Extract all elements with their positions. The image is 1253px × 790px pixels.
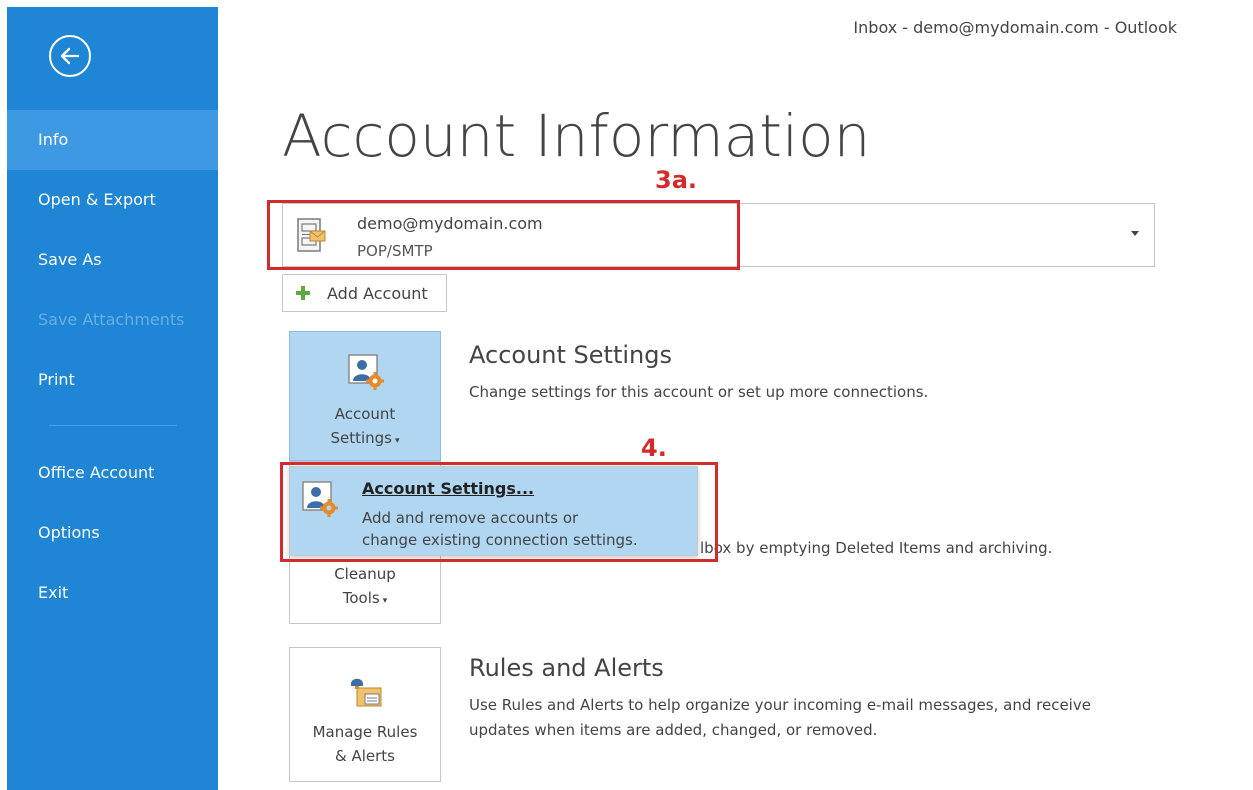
sidebar-item-label: Info [38, 130, 69, 149]
account-type: POP/SMTP [357, 242, 433, 260]
sidebar-item-label: Save Attachments [38, 310, 185, 329]
cleanup-tools-description: lbox by emptying Deleted Items and archi… [700, 539, 1053, 557]
sidebar-item-office-account[interactable]: Office Account [7, 443, 218, 503]
plus-icon [295, 285, 311, 301]
sidebar-item-exit[interactable]: Exit [7, 563, 218, 623]
menu-item-account-settings[interactable]: Account Settings... Add and remove accou… [290, 467, 697, 555]
menu-item-description: Add and remove accounts or change existi… [362, 507, 682, 551]
rules-description-line-1: Use Rules and Alerts to help organize yo… [469, 696, 1091, 714]
account-settings-heading: Account Settings [469, 341, 672, 369]
sidebar-item-save-attachments: Save Attachments [7, 290, 218, 350]
annotation-step-3a: 3a. [655, 166, 698, 194]
menu-item-title: Account Settings... [362, 479, 535, 498]
page-title: Account Information [282, 102, 871, 170]
account-settings-icon [348, 354, 384, 390]
window-title: Inbox - demo@mydomain.com - Outlook [853, 18, 1177, 37]
rules-alerts-icon [348, 672, 384, 708]
sidebar-item-label: Print [38, 370, 75, 389]
rules-description-line-2: updates when items are added, changed, o… [469, 721, 878, 739]
sidebar-item-label: Save As [38, 250, 102, 269]
rules-alerts-heading: Rules and Alerts [469, 654, 664, 682]
manage-rules-alerts-tile-button[interactable]: Manage Rules & Alerts [289, 647, 441, 782]
account-settings-dropdown-menu: Account Settings... Add and remove accou… [289, 466, 698, 556]
manage-rules-tile-label: Manage Rules & Alerts [290, 720, 440, 768]
back-arrow-icon [60, 47, 80, 65]
add-account-label: Add Account [327, 284, 428, 303]
sidebar-item-save-as[interactable]: Save As [7, 230, 218, 290]
account-settings-tile-button[interactable]: Account Settings ▾ [289, 331, 441, 461]
sidebar-item-info[interactable]: Info [7, 110, 218, 170]
cleanup-tools-tile-label: Cleanup Tools ▾ [290, 562, 440, 613]
annotation-step-4: 4. [641, 434, 667, 462]
chevron-down-icon: ▾ [395, 436, 400, 446]
chevron-down-icon: ▾ [382, 596, 388, 606]
account-email: demo@mydomain.com [357, 214, 543, 233]
sidebar-item-label: Office Account [38, 463, 155, 482]
sidebar-item-options[interactable]: Options [7, 503, 218, 563]
sidebar-item-open-export[interactable]: Open & Export [7, 170, 218, 230]
menu-description-line-2: change existing connection settings. [362, 531, 638, 549]
tile-label-text: Settings [330, 429, 392, 447]
sidebar-item-print[interactable]: Print [7, 350, 218, 410]
sidebar-item-label: Open & Export [38, 190, 156, 209]
tile-label-line-1: Cleanup [334, 565, 396, 583]
backstage-sidebar: Info Open & Export Save As Save Attachme… [7, 7, 218, 790]
account-selector-dropdown[interactable]: demo@mydomain.com POP/SMTP [282, 203, 1155, 267]
tile-label-line-2: Settings ▾ [290, 426, 440, 453]
add-account-button[interactable]: Add Account [282, 274, 447, 312]
tile-label-line-1: Account [334, 405, 396, 423]
menu-description-line-1: Add and remove accounts or [362, 509, 579, 527]
email-account-icon [297, 218, 326, 254]
account-settings-icon [302, 481, 338, 517]
tile-label-line-2: & Alerts [335, 747, 395, 765]
tile-label-line-2: Tools ▾ [290, 586, 440, 613]
sidebar-item-label: Exit [38, 583, 69, 602]
tile-label-text: Tools [342, 589, 380, 607]
chevron-down-icon [1131, 231, 1139, 236]
account-settings-description: Change settings for this account or set … [469, 383, 929, 401]
account-settings-tile-label: Account Settings ▾ [290, 402, 440, 453]
tile-label-line-1: Manage Rules [312, 723, 418, 741]
back-button[interactable] [49, 35, 91, 77]
sidebar-item-label: Options [38, 523, 100, 542]
rules-alerts-description: Use Rules and Alerts to help organize yo… [469, 693, 1091, 743]
sidebar-separator [49, 425, 177, 426]
